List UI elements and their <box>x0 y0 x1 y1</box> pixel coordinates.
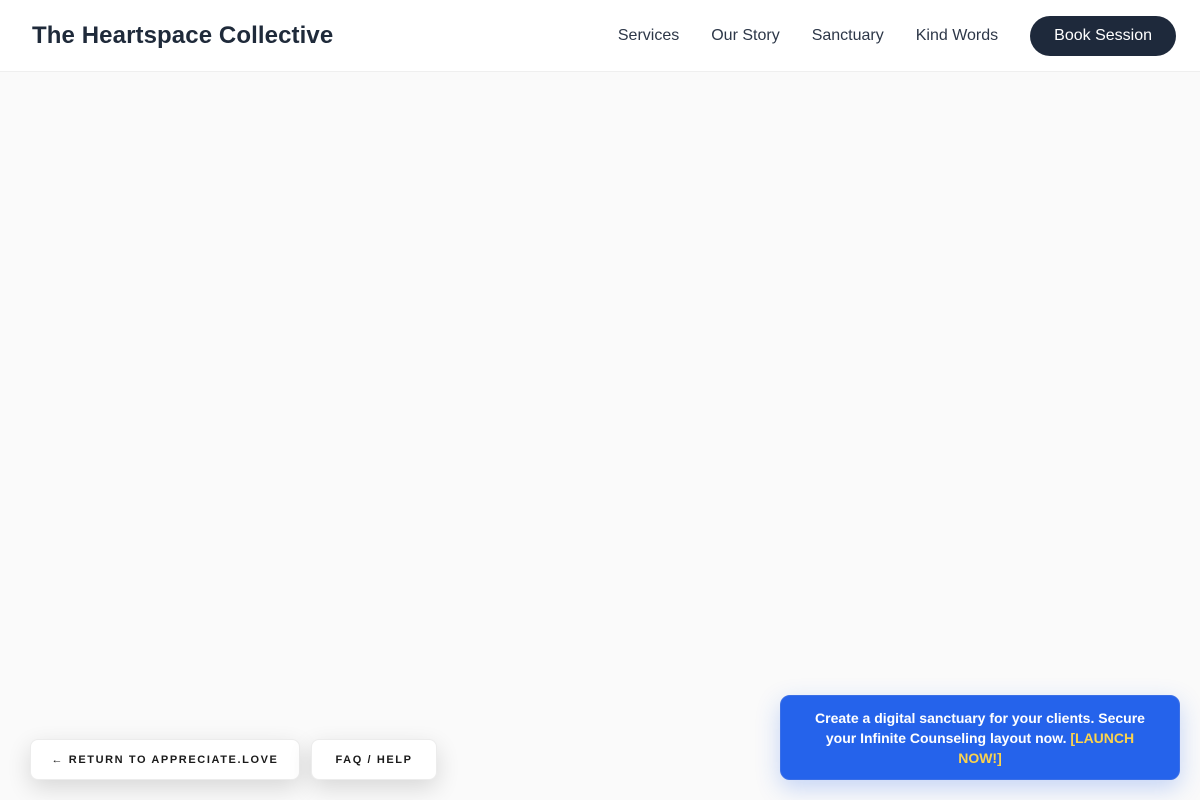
main-nav: Services Our Story Sanctuary Kind Words … <box>618 15 1176 56</box>
nav-link-sanctuary[interactable]: Sanctuary <box>812 27 884 45</box>
book-session-button[interactable]: Book Session <box>1030 15 1176 56</box>
nav-link-services[interactable]: Services <box>618 27 679 45</box>
page: The Heartspace Collective Services Our S… <box>0 0 1200 800</box>
promo-banner: Create a digital sanctuary for your clie… <box>780 695 1180 780</box>
brand-logo-text[interactable]: The Heartspace Collective <box>32 22 333 50</box>
faq-help-button[interactable]: FAQ / HELP <box>311 739 437 780</box>
nav-link-our-story[interactable]: Our Story <box>711 27 779 45</box>
nav-link-kind-words[interactable]: Kind Words <box>916 27 998 45</box>
site-header: The Heartspace Collective Services Our S… <box>0 0 1200 72</box>
return-button[interactable]: ← RETURN TO APPRECIATE.LOVE <box>30 739 300 780</box>
bottom-button-group: ← RETURN TO APPRECIATE.LOVE FAQ / HELP <box>30 739 437 780</box>
